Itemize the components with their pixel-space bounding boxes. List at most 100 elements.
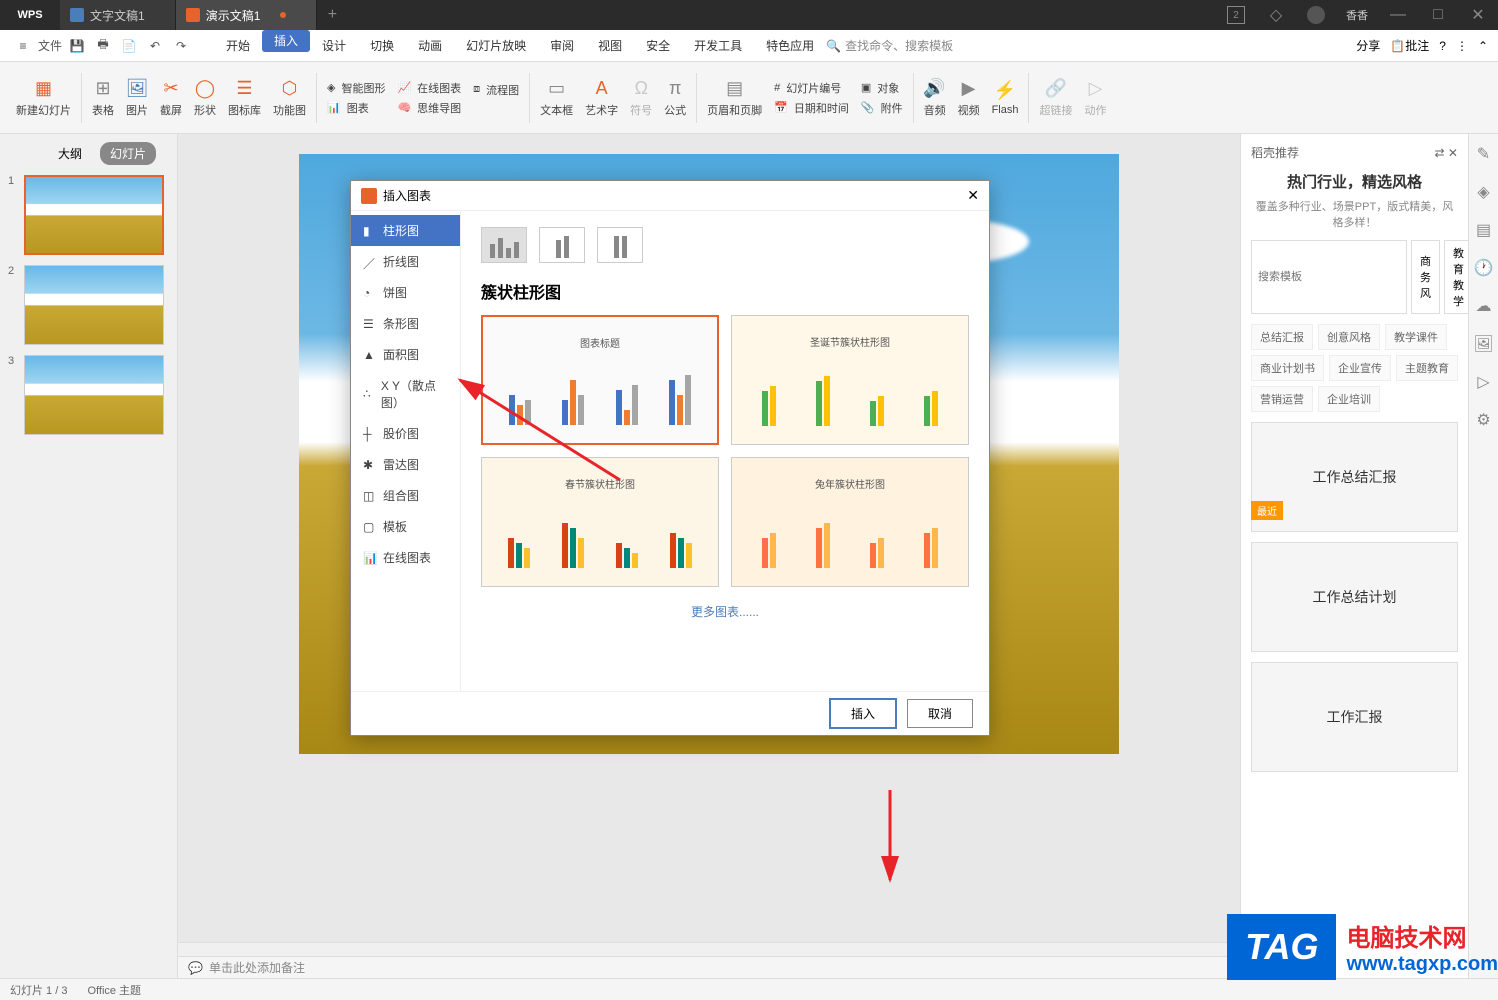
print-preview-icon[interactable]: 📄 [118, 35, 140, 57]
object-button[interactable]: ▣对象 [855, 78, 909, 98]
slides-tab[interactable]: 幻灯片 [100, 142, 156, 165]
chart-preview-2[interactable]: 圣诞节簇状柱形图 [731, 315, 969, 445]
tag-item[interactable]: 总结汇报 [1251, 324, 1313, 350]
subtype-percent[interactable] [597, 227, 643, 263]
maximize-button[interactable]: □ [1418, 0, 1458, 30]
tab-insert[interactable]: 插入 [262, 30, 310, 52]
template-search-input[interactable] [1251, 240, 1407, 314]
chart-button[interactable]: 📊图表 [321, 98, 391, 118]
more-button[interactable]: ⋮ [1456, 39, 1468, 53]
formula-button[interactable]: π公式 [658, 68, 692, 128]
redo-icon[interactable]: ↷ [170, 35, 192, 57]
tab-start[interactable]: 开始 [214, 30, 262, 62]
shape-button[interactable]: ◯形状 [188, 68, 222, 128]
tab-security[interactable]: 安全 [634, 30, 682, 62]
textbox-button[interactable]: ▭文本框 [534, 68, 579, 128]
hyperlink-button[interactable]: 🔗超链接 [1033, 68, 1078, 128]
collapse-ribbon[interactable]: ⌃ [1478, 39, 1488, 53]
share-button[interactable]: 分享 [1356, 37, 1380, 54]
audio-button[interactable]: 🔊音频 [918, 68, 952, 128]
tag-item[interactable]: 营销运营 [1251, 386, 1313, 412]
slide-thumb-1[interactable]: 1 [8, 175, 169, 255]
apparel-icon[interactable]: ◇ [1256, 0, 1296, 30]
template-card[interactable]: 工作汇报 [1251, 662, 1458, 772]
dialog-close-button[interactable]: ✕ [967, 187, 979, 204]
file-menu[interactable]: 文件 [38, 35, 62, 57]
header-footer-button[interactable]: ▤页眉和页脚 [701, 68, 768, 128]
subtype-stacked[interactable] [539, 227, 585, 263]
help-button[interactable]: ? [1439, 39, 1446, 53]
type-column[interactable]: ▮柱形图 [351, 215, 460, 246]
tab-transition[interactable]: 切换 [358, 30, 406, 62]
tag-item[interactable]: 企业培训 [1318, 386, 1380, 412]
tool-settings-icon[interactable]: ⚙ [1476, 410, 1490, 430]
notification-badge[interactable]: 2 [1216, 0, 1256, 30]
flowchart-button[interactable]: ⧈流程图 [467, 80, 525, 100]
tab-design[interactable]: 设计 [310, 30, 358, 62]
close-button[interactable]: ✕ [1458, 0, 1498, 30]
online-chart-button[interactable]: 📈在线图表 [391, 78, 467, 98]
save-icon[interactable]: 💾 [66, 35, 88, 57]
type-scatter[interactable]: ∴X Y（散点图） [351, 370, 460, 418]
chart-preview-3[interactable]: 春节簇状柱形图 [481, 457, 719, 587]
slidenum-button[interactable]: #幻灯片编号 [768, 78, 855, 98]
type-pie[interactable]: ◔饼图 [351, 277, 460, 308]
more-charts-link[interactable]: 更多图表...... [481, 603, 969, 620]
insert-button[interactable]: 插入 [829, 698, 897, 729]
function-button[interactable]: ⬡功能图 [267, 68, 312, 128]
notes-bar[interactable]: 💬单击此处添加备注 [178, 956, 1240, 978]
icon-lib-button[interactable]: ☰图标库 [222, 68, 267, 128]
tool-design-icon[interactable]: ◈ [1477, 182, 1489, 202]
print-icon[interactable]: 🖶 [92, 35, 114, 57]
chart-preview-4[interactable]: 兔年簇状柱形图 [731, 457, 969, 587]
type-online[interactable]: 📊在线图表 [351, 542, 460, 573]
panel-options[interactable]: ⇄ ✕ [1435, 146, 1458, 160]
undo-icon[interactable]: ↶ [144, 35, 166, 57]
cancel-button[interactable]: 取消 [907, 699, 973, 728]
wordart-button[interactable]: A艺术字 [579, 68, 624, 128]
new-slide-button[interactable]: ▦新建幻灯片 [10, 68, 77, 128]
action-button[interactable]: ▷动作 [1078, 68, 1112, 128]
symbol-button[interactable]: Ω符号 [624, 68, 658, 128]
doc-tab-ppt[interactable]: 演示文稿1 [176, 0, 318, 30]
user-avatar[interactable] [1296, 0, 1336, 30]
slide-thumb-2[interactable]: 2 [8, 265, 169, 345]
type-line[interactable]: ／折线图 [351, 246, 460, 277]
education-btn[interactable]: 教育教学 [1444, 240, 1468, 314]
tool-image-icon[interactable]: 🖼 [1473, 334, 1493, 354]
template-card[interactable]: 工作总结计划 [1251, 542, 1458, 652]
type-bar[interactable]: ☰条形图 [351, 308, 460, 339]
tag-item[interactable]: 主题教育 [1396, 355, 1458, 381]
screenshot-button[interactable]: ✂截屏 [154, 68, 188, 128]
tab-special[interactable]: 特色应用 [754, 30, 826, 62]
picture-button[interactable]: 🖼图片 [120, 68, 154, 128]
flash-button[interactable]: ⚡Flash [986, 68, 1025, 128]
video-button[interactable]: ▶视频 [952, 68, 986, 128]
tab-review[interactable]: 审阅 [538, 30, 586, 62]
tag-item[interactable]: 教学课件 [1385, 324, 1447, 350]
tool-pencil-icon[interactable]: ✎ [1477, 144, 1490, 164]
doc-tab-word[interactable]: 文字文稿1 [60, 0, 176, 30]
add-tab-button[interactable]: + [317, 0, 347, 30]
tab-devtools[interactable]: 开发工具 [682, 30, 754, 62]
subtype-clustered[interactable] [481, 227, 527, 263]
minimize-button[interactable]: — [1378, 0, 1418, 30]
type-combo[interactable]: ◫组合图 [351, 480, 460, 511]
smartart-button[interactable]: ◈智能图形 [321, 78, 391, 98]
tool-cloud-icon[interactable]: ☁ [1476, 296, 1492, 316]
tool-layers-icon[interactable]: ▤ [1476, 220, 1491, 240]
business-btn[interactable]: 商务风 [1411, 240, 1440, 314]
outline-tab[interactable]: 大纲 [48, 142, 92, 165]
tag-item[interactable]: 创意风格 [1318, 324, 1380, 350]
type-radar[interactable]: ✱雷达图 [351, 449, 460, 480]
type-template[interactable]: ▢模板 [351, 511, 460, 542]
menu-icon[interactable]: ≡ [12, 35, 34, 57]
mindmap-button[interactable]: 🧠思维导图 [391, 98, 467, 118]
search-hint[interactable]: 🔍查找命令、搜索模板 [826, 37, 953, 54]
type-area[interactable]: ▲面积图 [351, 339, 460, 370]
horizontal-scrollbar[interactable] [178, 942, 1240, 956]
attachment-button[interactable]: 📎附件 [855, 98, 909, 118]
comment-button[interactable]: 📋批注 [1390, 37, 1429, 54]
tool-clock-icon[interactable]: 🕐 [1474, 258, 1494, 278]
tab-slideshow[interactable]: 幻灯片放映 [454, 30, 538, 62]
